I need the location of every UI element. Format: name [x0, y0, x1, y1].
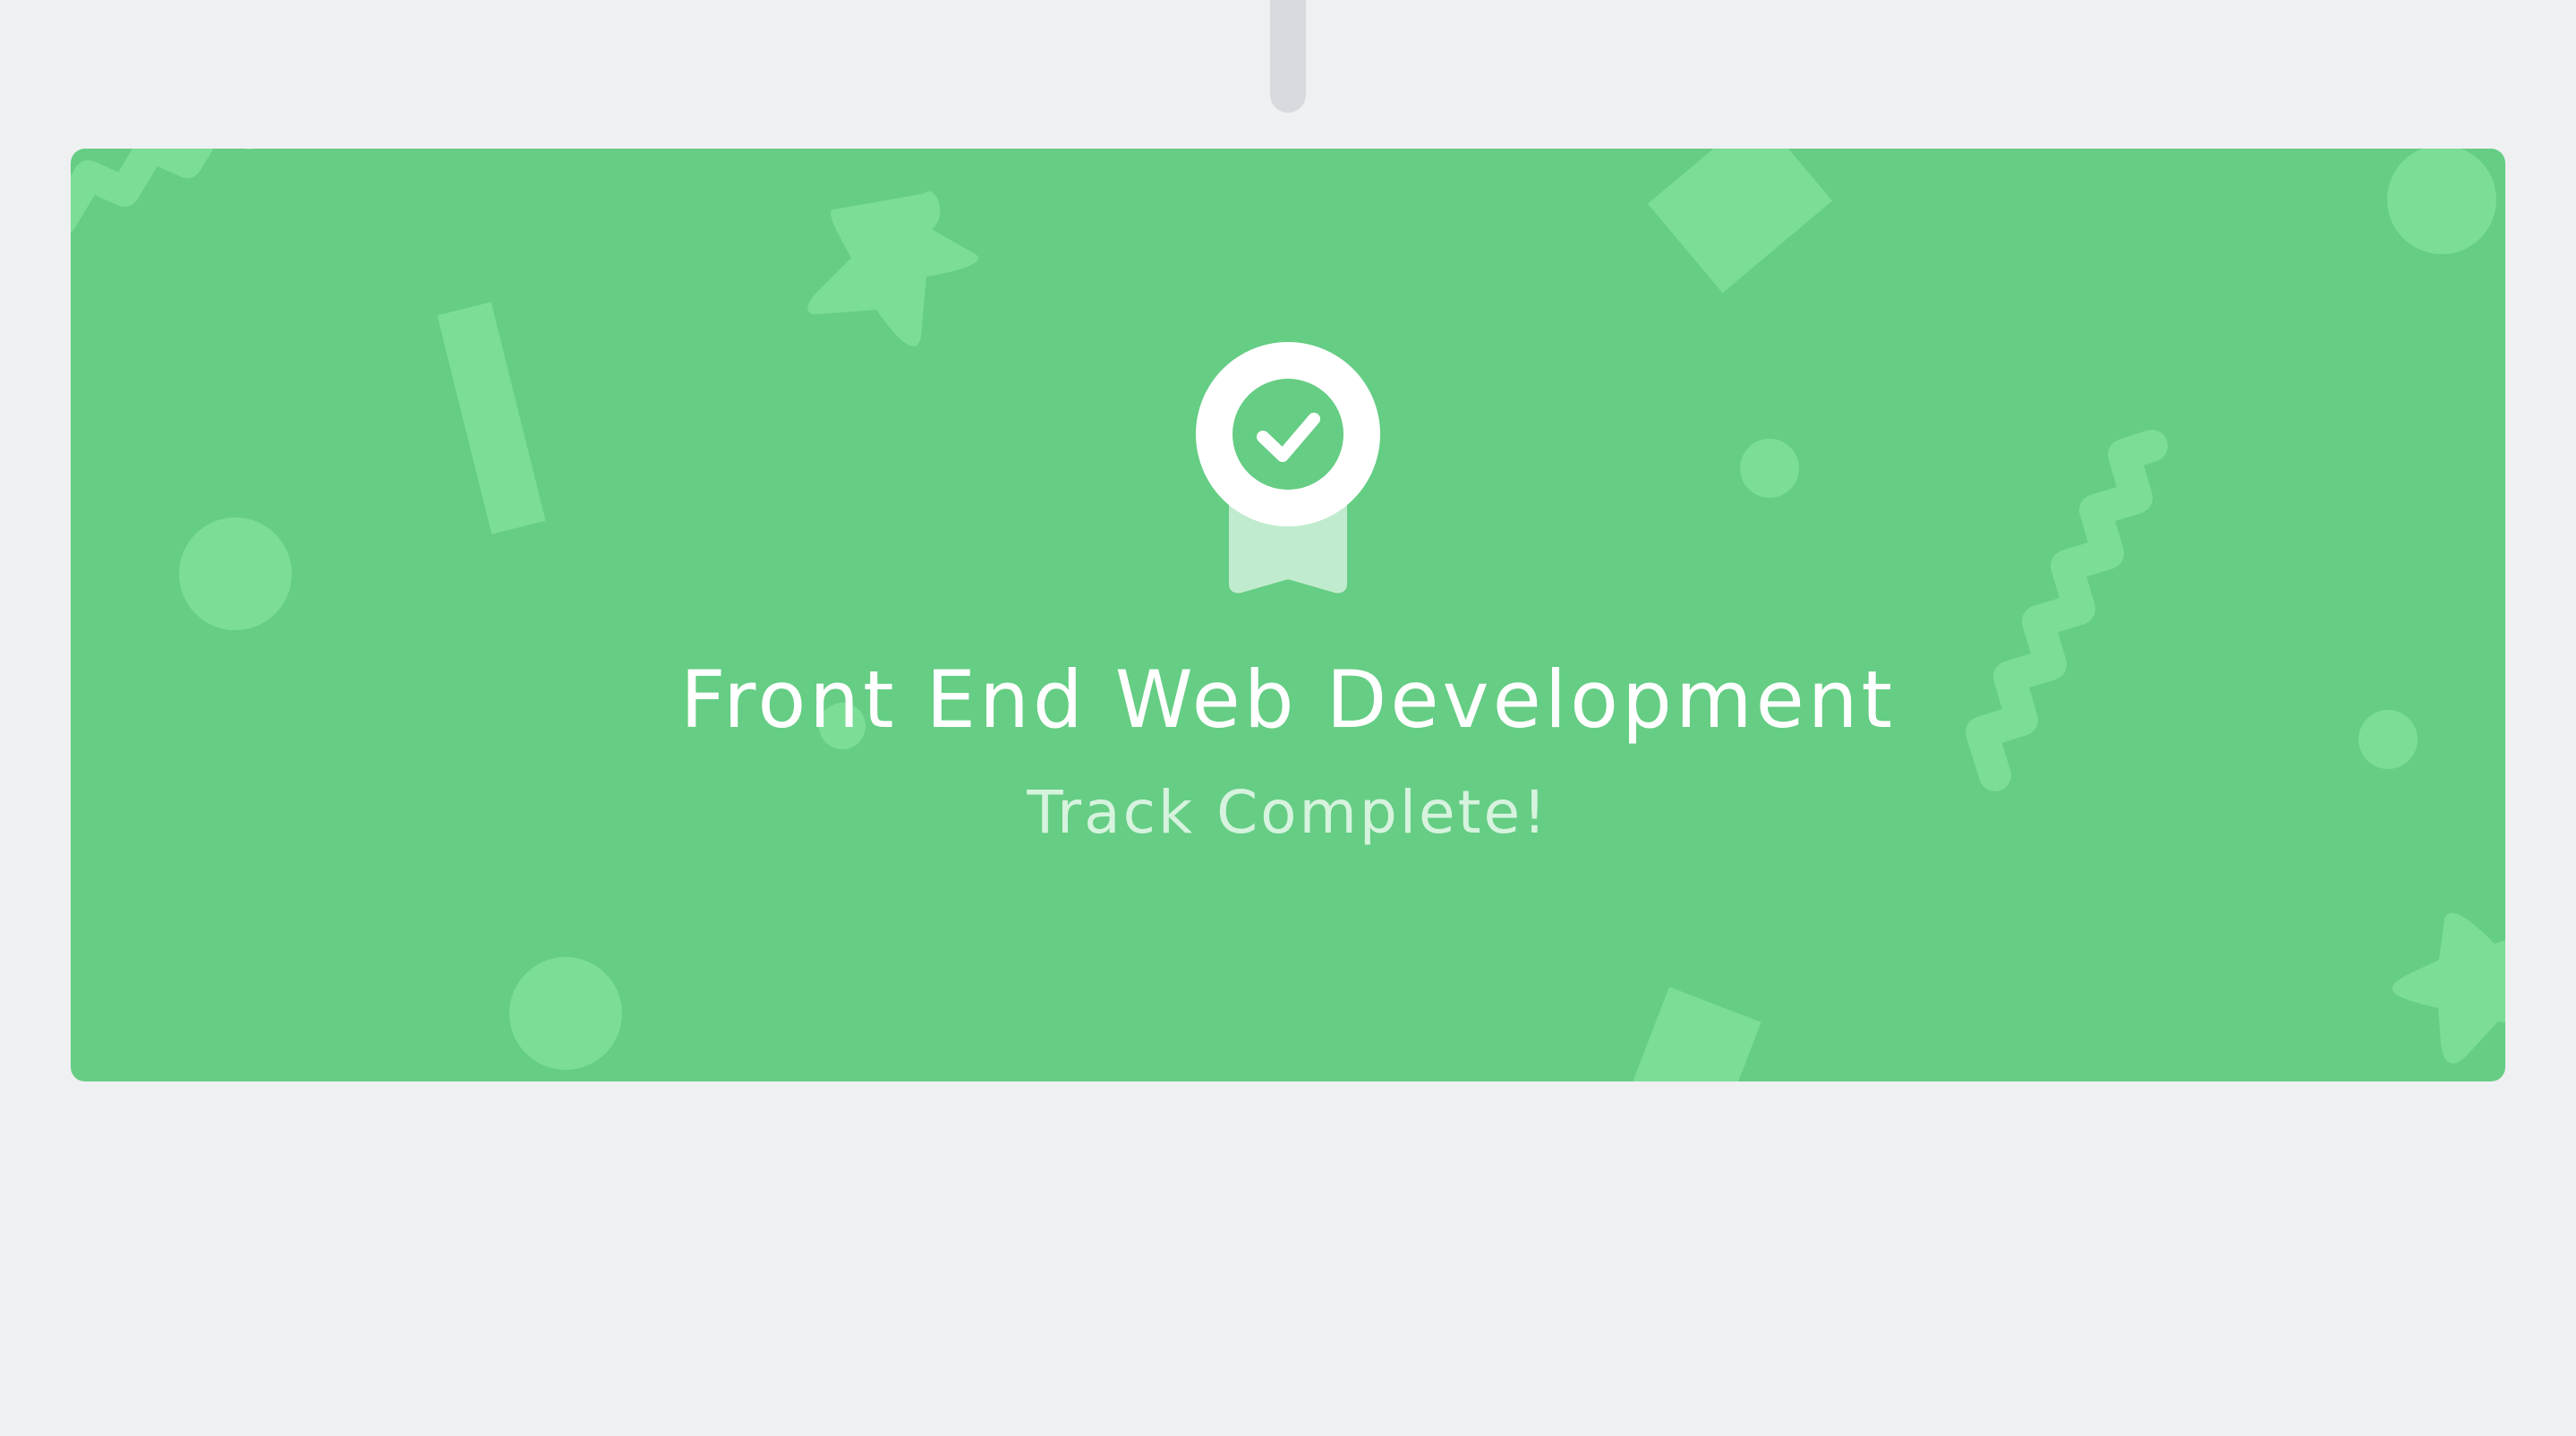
- confetti-star: [807, 191, 978, 346]
- track-title: Front End Web Development: [680, 654, 1896, 746]
- confetti-background: [71, 149, 2505, 1081]
- award-ribbon-checkmark-icon: [1196, 342, 1380, 594]
- confetti-circle: [509, 957, 622, 1070]
- confetti-circle: [1740, 439, 1799, 498]
- confetti-rectangle: [437, 302, 546, 534]
- badge-medal-inner: [1233, 379, 1343, 490]
- confetti-circle: [2387, 149, 2496, 254]
- confetti-rectangle: [1611, 987, 1761, 1081]
- track-complete-subtitle: Track Complete!: [1027, 778, 1549, 847]
- confetti-zigzag: [71, 149, 255, 233]
- confetti-rectangle: [1647, 149, 1833, 294]
- track-complete-card: Front End Web Development Track Complete…: [71, 149, 2505, 1081]
- connector-line: [1270, 0, 1306, 113]
- confetti-star: [2392, 912, 2505, 1064]
- confetti-circle: [179, 517, 292, 630]
